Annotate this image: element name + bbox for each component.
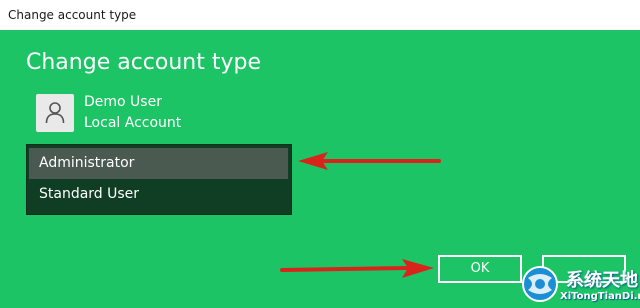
- annotation-arrow-right-icon: [280, 259, 434, 278]
- account-type-listbox[interactable]: Administrator Standard User: [26, 144, 292, 215]
- user-name: Demo User: [84, 94, 162, 110]
- window-title: Change account type: [8, 8, 137, 22]
- site-watermark: 系统天地 XiTongTianDi.net: [514, 260, 640, 308]
- globe-logo-icon: [522, 266, 558, 302]
- dialog-heading: Change account type: [26, 50, 262, 75]
- ok-button[interactable]: OK: [438, 255, 522, 283]
- user-account-type: Local Account: [84, 115, 182, 131]
- option-standard-user[interactable]: Standard User: [29, 179, 288, 210]
- person-icon: [45, 102, 65, 124]
- user-avatar: [36, 94, 74, 132]
- option-administrator[interactable]: Administrator: [29, 148, 288, 179]
- window-titlebar: Change account type: [0, 0, 640, 31]
- annotation-arrow-left-icon: [298, 152, 441, 170]
- watermark-url: XiTongTianDi.net: [560, 291, 640, 302]
- watermark-title: 系统天地: [566, 270, 638, 291]
